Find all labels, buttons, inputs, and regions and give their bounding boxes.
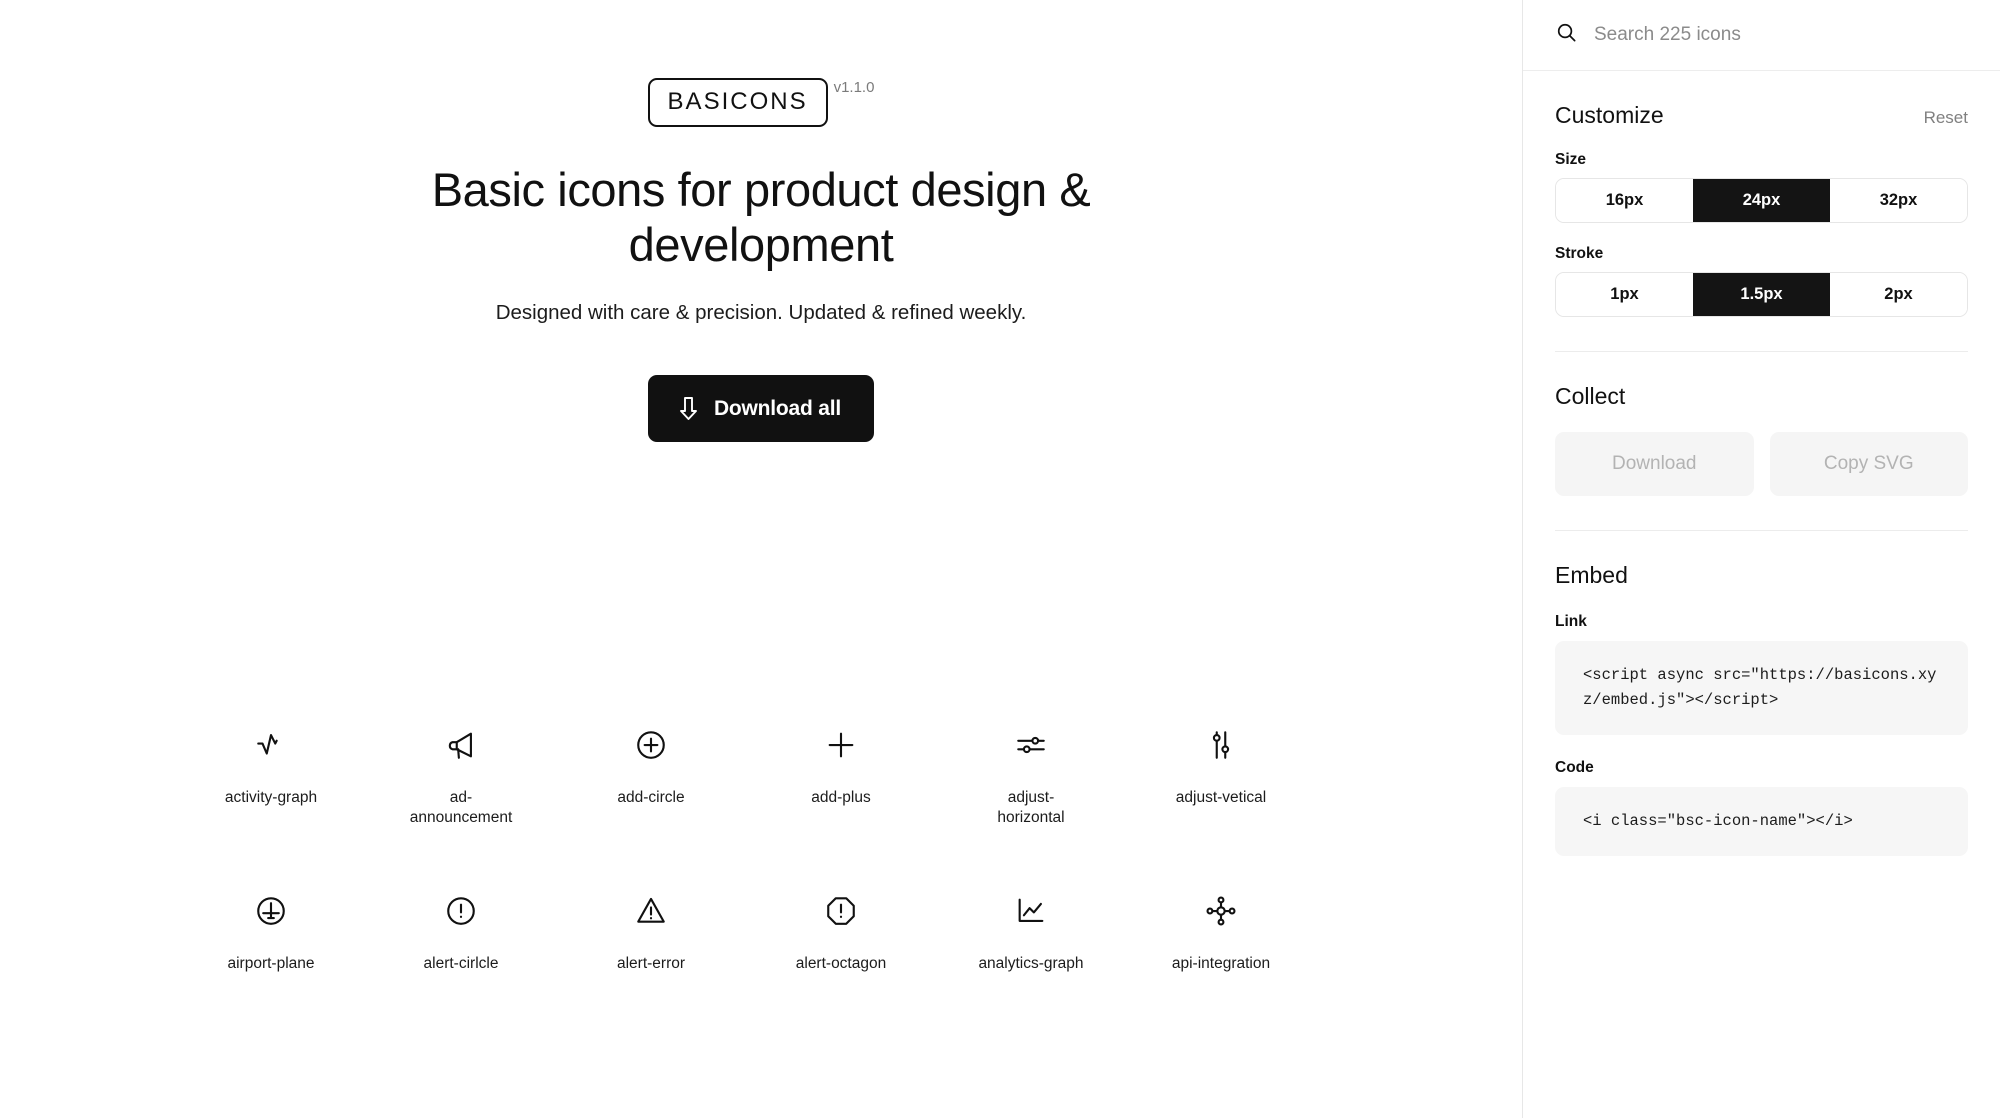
sliders-vertical-icon (1204, 722, 1238, 768)
icon-label: adjust-horizontal (997, 789, 1065, 827)
icon-label: airport-plane (227, 955, 315, 973)
download-all-wrapper: Download all (0, 375, 1522, 443)
icon-label: alert-cirlcle (423, 955, 499, 973)
analytics-chart-icon (1014, 888, 1048, 934)
icon-card-ad-announcement[interactable]: ad-announcement (366, 722, 556, 828)
search-input[interactable] (1594, 24, 1968, 46)
brand-logo: BASICONS v1.1.0 (647, 78, 875, 127)
collect-header: Collect (1555, 352, 1968, 410)
icon-label: ad-announcement (409, 789, 513, 827)
icon-label: alert-octagon (795, 955, 887, 973)
collect-title: Collect (1555, 383, 1626, 409)
megaphone-icon (444, 722, 478, 768)
activity-graph-icon (254, 722, 288, 768)
reset-button[interactable]: Reset (1924, 108, 1968, 128)
customize-header: Customize Reset (1555, 71, 1968, 129)
size-label: Size (1555, 151, 1587, 168)
version-badge: v1.1.0 (833, 79, 875, 96)
search-icon (1555, 21, 1578, 49)
icon-card-add-circle[interactable]: add-circle (556, 722, 746, 828)
stroke-option-2px[interactable]: 2px (1830, 273, 1967, 316)
sidebar-body: Customize Reset Size 16px 24px 32px Stro… (1523, 71, 2000, 857)
icon-card-alert-error[interactable]: alert-error (556, 888, 746, 974)
alert-octagon-icon (824, 888, 858, 934)
collect-download-button[interactable]: Download (1555, 432, 1754, 496)
alert-triangle-icon (634, 888, 668, 934)
icon-label: api-integration (1171, 955, 1271, 973)
icon-card-api-integration[interactable]: api-integration (1126, 888, 1316, 974)
embed-code-snippet[interactable]: <i class="bsc-icon-name"></i> (1555, 787, 1968, 857)
main-content: BASICONS v1.1.0 Basic icons for product … (0, 0, 1522, 1118)
size-option-16px[interactable]: 16px (1556, 179, 1693, 222)
search-bar (1523, 0, 2000, 71)
alert-circle-icon (444, 888, 478, 934)
icon-card-adjust-vetical[interactable]: adjust-vetical (1126, 722, 1316, 828)
icon-label: add-plus (811, 789, 871, 806)
stroke-option-1px[interactable]: 1px (1556, 273, 1693, 316)
stroke-option-1-5px[interactable]: 1.5px (1693, 273, 1830, 316)
sidebar-panel: Customize Reset Size 16px 24px 32px Stro… (1522, 0, 2000, 1118)
plus-circle-icon (634, 722, 668, 768)
icon-card-alert-octagon[interactable]: alert-octagon (746, 888, 936, 974)
download-arrow-icon (677, 396, 700, 421)
download-all-button[interactable]: Download all (647, 375, 875, 443)
size-option-32px[interactable]: 32px (1830, 179, 1967, 222)
icon-card-adjust-horizontal[interactable]: adjust-horizontal (936, 722, 1126, 828)
embed-link-code[interactable]: <script async src="https://basicons.xyz/… (1555, 641, 1968, 736)
size-option-24px[interactable]: 24px (1693, 179, 1830, 222)
embed-link-label: Link (1555, 613, 1587, 630)
nodes-network-icon (1204, 888, 1238, 934)
icon-label: add-circle (617, 789, 685, 806)
collect-actions: Download Copy SVG (1555, 432, 1968, 496)
plane-circle-icon (254, 888, 288, 934)
icon-card-add-plus[interactable]: add-plus (746, 722, 936, 828)
embed-title: Embed (1555, 562, 1628, 588)
stroke-segmented-control: 1px 1.5px 2px (1555, 272, 1968, 317)
sliders-horizontal-icon (1014, 722, 1048, 768)
collect-copy-svg-button[interactable]: Copy SVG (1769, 432, 1968, 496)
icon-label: alert-error (616, 955, 686, 973)
plus-icon (824, 722, 858, 768)
page-subtitle: Designed with care & precision. Updated … (495, 301, 1027, 325)
hero-section: BASICONS v1.1.0 Basic icons for product … (0, 0, 1522, 443)
embed-header: Embed (1555, 531, 1968, 589)
page-root: BASICONS v1.1.0 Basic icons for product … (0, 0, 2000, 1118)
icon-card-activity-graph[interactable]: activity-graph (176, 722, 366, 828)
icon-label: activity-graph (224, 789, 318, 806)
size-segmented-control: 16px 24px 32px (1555, 178, 1968, 223)
icon-label: analytics-graph (978, 955, 1084, 973)
download-all-label: Download all (713, 396, 842, 420)
icon-label: adjust-vetical (1175, 789, 1267, 806)
icon-card-analytics-graph[interactable]: analytics-graph (936, 888, 1126, 974)
icon-card-alert-cirlcle[interactable]: alert-cirlcle (366, 888, 556, 974)
embed-code-label: Code (1555, 759, 1594, 777)
logo-wordmark: BASICONS (647, 78, 828, 127)
icon-card-airport-plane[interactable]: airport-plane (176, 888, 366, 974)
page-title: Basic icons for product design & develop… (431, 163, 1091, 271)
stroke-label: Stroke (1555, 245, 1604, 262)
icon-grid: activity-graph ad-announcement add-circl… (176, 722, 1316, 974)
customize-title: Customize (1555, 102, 1664, 128)
